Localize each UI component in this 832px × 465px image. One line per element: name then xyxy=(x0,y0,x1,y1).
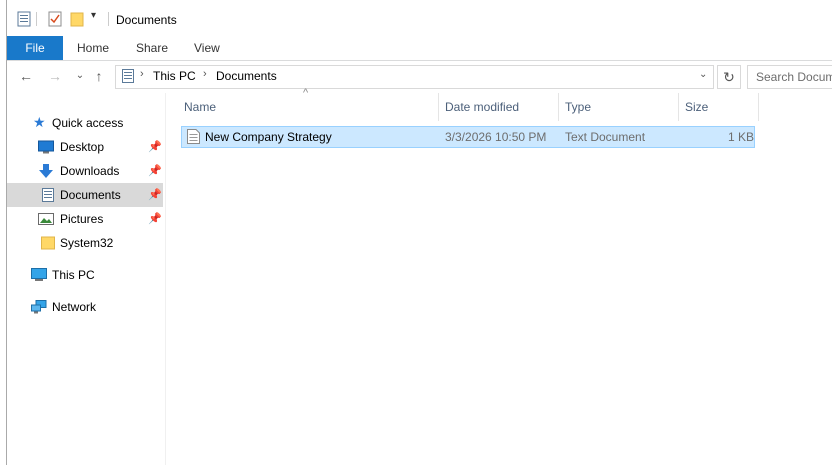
column-divider[interactable] xyxy=(438,93,439,121)
navigation-pane: ★ Quick access Desktop 📌 Downloads 📌 Doc… xyxy=(7,93,165,465)
new-folder-icon[interactable] xyxy=(70,11,84,27)
documents-icon xyxy=(42,188,54,202)
nav-label: This PC xyxy=(52,268,95,282)
star-icon: ★ xyxy=(33,114,46,130)
tab-share[interactable]: Share xyxy=(136,36,168,60)
nav-label: Network xyxy=(52,300,97,314)
folder-icon xyxy=(41,236,55,250)
breadcrumb-chevron-icon[interactable]: › xyxy=(140,68,144,80)
nav-item-this-pc[interactable]: This PC xyxy=(7,263,163,287)
nav-label: Quick access xyxy=(52,116,124,130)
sort-ascending-icon: ^ xyxy=(303,87,309,99)
tab-file[interactable]: File xyxy=(7,36,63,60)
address-row: ← → ⌄ ↑ › This PC › Documents ⌄ ↻ Search… xyxy=(7,61,832,93)
nav-label: Documents xyxy=(60,188,121,202)
nav-item-quick-access[interactable]: ★ Quick access xyxy=(7,111,163,135)
tab-view[interactable]: View xyxy=(194,36,220,60)
column-divider[interactable] xyxy=(558,93,559,121)
text-document-icon xyxy=(187,129,200,144)
nav-item-documents[interactable]: Documents 📌 xyxy=(7,183,163,207)
table-row[interactable]: New Company Strategy 3/3/2026 10:50 PM T… xyxy=(181,126,755,148)
pin-icon[interactable]: 📌 xyxy=(148,183,162,207)
nav-item-downloads[interactable]: Downloads 📌 xyxy=(7,159,163,183)
title-divider xyxy=(108,12,109,26)
downloads-icon xyxy=(39,164,53,178)
address-bar[interactable]: › This PC › Documents ⌄ xyxy=(115,65,714,89)
properties-icon[interactable] xyxy=(17,11,31,27)
customize-dropdown-icon[interactable]: ▾ xyxy=(91,10,105,26)
nav-label: Desktop xyxy=(60,140,105,154)
pin-icon[interactable]: 📌 xyxy=(148,207,162,231)
search-placeholder: Search Documents xyxy=(756,70,832,84)
address-dropdown-icon[interactable]: ⌄ xyxy=(699,69,707,80)
column-header-name[interactable]: Name xyxy=(184,93,216,121)
window-title: Documents xyxy=(116,13,177,27)
file-type: Text Document xyxy=(565,130,646,144)
nav-item-pictures[interactable]: Pictures 📌 xyxy=(7,207,163,231)
up-arrow-icon[interactable]: ↑ xyxy=(91,68,107,84)
documents-location-icon xyxy=(122,69,134,83)
back-arrow-icon[interactable]: ← xyxy=(18,68,34,84)
pictures-icon xyxy=(38,213,54,225)
column-header-type[interactable]: Type xyxy=(565,93,591,121)
desktop-icon xyxy=(38,140,54,154)
file-date: 3/3/2026 10:50 PM xyxy=(445,130,547,144)
nav-item-network[interactable]: Network xyxy=(7,295,163,319)
nav-item-system32[interactable]: System32 xyxy=(7,231,163,255)
recent-locations-chevron-icon[interactable]: ⌄ xyxy=(72,68,88,84)
toolbar-separator xyxy=(36,12,37,26)
file-list: ^ Name Date modified Type Size New Compa… xyxy=(166,87,832,465)
file-size: 1 KB xyxy=(728,130,755,144)
column-divider[interactable] xyxy=(678,93,679,121)
title-bar: ▾ Documents xyxy=(7,0,832,36)
column-header-size[interactable]: Size xyxy=(685,93,708,121)
nav-item-desktop[interactable]: Desktop 📌 xyxy=(7,135,163,159)
column-divider[interactable] xyxy=(758,93,759,121)
nav-label: Downloads xyxy=(60,164,120,178)
pin-icon[interactable]: 📌 xyxy=(148,135,162,159)
column-header-date[interactable]: Date modified xyxy=(445,93,519,121)
forward-arrow-icon[interactable]: → xyxy=(47,68,63,84)
nav-label: Pictures xyxy=(60,212,104,226)
network-icon xyxy=(31,300,47,314)
ribbon-tabs: File Home Share View xyxy=(7,36,832,61)
tab-home[interactable]: Home xyxy=(77,36,109,60)
breadcrumb-chevron-icon[interactable]: › xyxy=(203,68,207,80)
nav-label: System32 xyxy=(60,236,114,250)
breadcrumb-documents[interactable]: Documents xyxy=(216,69,277,83)
computer-icon xyxy=(31,268,47,281)
checkmark-icon[interactable] xyxy=(48,11,62,27)
breadcrumb-this-pc[interactable]: This PC xyxy=(153,69,196,83)
search-input[interactable]: Search Documents xyxy=(747,65,832,89)
refresh-icon[interactable]: ↻ xyxy=(717,65,741,89)
file-name: New Company Strategy xyxy=(205,130,332,144)
pin-icon[interactable]: 📌 xyxy=(148,159,162,183)
